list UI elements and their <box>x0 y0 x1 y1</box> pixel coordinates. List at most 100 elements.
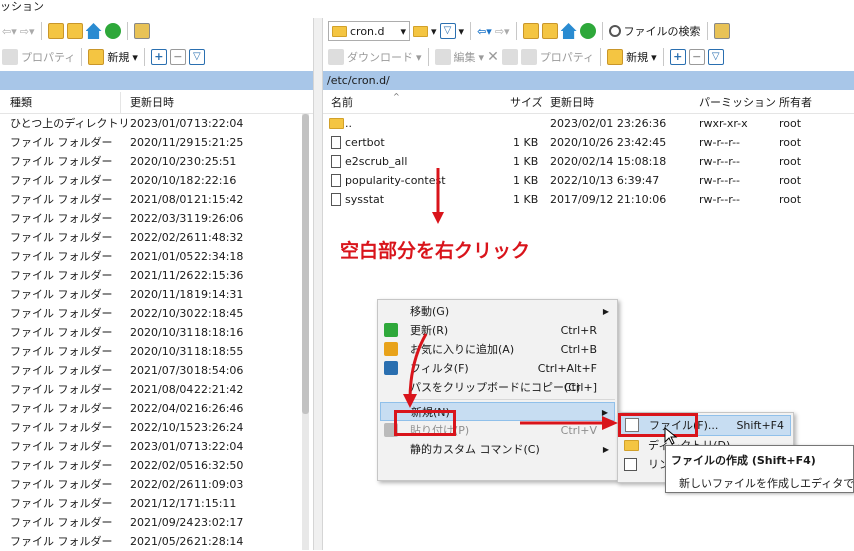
table-row[interactable]: ファイル フォルダー 2022/03/31 19:26:06 <box>0 209 313 228</box>
sync-icon[interactable] <box>713 23 730 39</box>
sync-icon[interactable] <box>133 23 150 39</box>
filter-icon[interactable]: ▽ <box>188 49 205 65</box>
table-row[interactable]: ファイル フォルダー 2020/11/29 15:21:25 <box>0 133 313 152</box>
row-type: ファイル フォルダー <box>10 535 113 548</box>
table-row[interactable]: ファイル フォルダー 2021/09/24 23:02:17 <box>0 513 313 532</box>
column-owner[interactable]: 所有者 <box>779 92 812 114</box>
edit-label: 編集 <box>453 51 476 64</box>
left-file-list[interactable]: 種類 更新日時 ひとつ上のディレクトリ 2023/01/07 13:22:04 ファイ… <box>0 92 313 550</box>
toolbar-separator <box>601 22 603 40</box>
properties-icon <box>2 49 18 65</box>
annotation-text: 空白部分を右クリック <box>340 240 531 262</box>
table-row[interactable]: ファイル フォルダー 2023/01/07 13:22:04 <box>0 437 313 456</box>
row-owner: root <box>779 174 802 187</box>
table-row[interactable]: ファイル フォルダー 2021/05/26 21:28:14 <box>0 532 313 551</box>
table-row[interactable]: popularity-contest 1 KB 2022/10/13 6:39:47… <box>323 171 854 190</box>
column-modified[interactable]: 更新日時 <box>130 92 174 114</box>
select-minus-icon[interactable]: − <box>688 49 705 65</box>
left-scrollbar-track[interactable] <box>302 114 309 550</box>
left-new-button[interactable]: 新規 ▾ <box>107 49 138 65</box>
table-row[interactable]: ファイル フォルダー 2021/08/01 21:15:42 <box>0 190 313 209</box>
row-time: 22:21:42 <box>194 383 244 396</box>
left-properties-button[interactable]: プロパティ <box>21 49 75 65</box>
root-dir-icon[interactable] <box>541 23 558 39</box>
column-size[interactable]: サイズ <box>510 92 543 114</box>
back-button[interactable]: ⇦▾ <box>2 25 17 38</box>
table-row[interactable]: ファイル フォルダー 2022/02/05 16:32:50 <box>0 456 313 475</box>
toolbar-separator <box>662 48 664 66</box>
table-row[interactable]: ファイル フォルダー 2021/07/30 18:54:06 <box>0 361 313 380</box>
column-name[interactable]: 名前 <box>331 92 353 114</box>
home-icon[interactable] <box>560 23 577 39</box>
table-row[interactable]: sysstat 1 KB 2017/09/12 21:10:06 rw-r--r-- r… <box>323 190 854 209</box>
submenu-arrow-icon: ▶ <box>602 307 609 316</box>
right-new-button[interactable]: 新規 ▾ <box>626 49 657 65</box>
table-row[interactable]: ファイル フォルダー 2020/10/31 18:18:55 <box>0 342 313 361</box>
file-icon <box>331 155 341 168</box>
table-row[interactable]: ファイル フォルダー 2022/02/26 11:48:32 <box>0 228 313 247</box>
forward-button[interactable]: ⇨▾ <box>20 25 35 38</box>
left-path-bar <box>0 71 313 90</box>
table-row[interactable]: ファイル フォルダー 2020/10/31 18:18:16 <box>0 323 313 342</box>
table-row[interactable]: ファイル フォルダー 2021/01/05 22:34:18 <box>0 247 313 266</box>
table-row[interactable]: e2scrub_all 1 KB 2020/02/14 15:08:18 rw-r--… <box>323 152 854 171</box>
row-size: 1 KB <box>513 193 539 206</box>
rename-icon[interactable] <box>501 49 518 65</box>
annotation-arrow-right <box>520 416 618 430</box>
table-row[interactable]: ファイル フォルダー 2022/10/15 23:26:24 <box>0 418 313 437</box>
filter-dropdown-button[interactable]: ▽ ▾ <box>439 23 464 39</box>
row-type: ファイル フォルダー <box>10 402 113 415</box>
table-row[interactable]: ファイル フォルダー 2020/11/18 19:14:31 <box>0 285 313 304</box>
column-type[interactable]: 種類 <box>10 92 32 114</box>
context-menu-item[interactable]: 移動(G) ▶ <box>380 302 615 321</box>
row-time: 22:34:18 <box>194 250 244 263</box>
table-row[interactable]: ファイル フォルダー 2020/10/18 2:22:16 <box>0 171 313 190</box>
table-row[interactable]: ひとつ上のディレクトリ 2023/01/07 13:22:04 <box>0 114 313 133</box>
table-row[interactable]: ファイル フォルダー 2021/08/04 22:21:42 <box>0 380 313 399</box>
table-row[interactable]: ファイル フォルダー 2022/10/30 22:18:45 <box>0 304 313 323</box>
right-properties-button[interactable]: プロパティ <box>540 49 594 65</box>
column-modified[interactable]: 更新日時 <box>550 92 594 114</box>
refresh-icon[interactable] <box>579 23 596 39</box>
root-dir-icon[interactable] <box>66 23 83 39</box>
table-row[interactable]: ファイル フォルダー 2021/11/26 22:15:36 <box>0 266 313 285</box>
row-date: 2022/02/26 <box>130 478 194 491</box>
select-plus-icon[interactable]: + <box>669 49 686 65</box>
context-menu-item[interactable]: 静的カスタム コマンド(C) ▶ <box>380 440 615 459</box>
find-files-button[interactable]: ファイルの検索 <box>608 23 701 39</box>
parent-dir-icon[interactable] <box>47 23 64 39</box>
filter-icon[interactable]: ▽ <box>707 49 724 65</box>
edit-button[interactable]: 編集 ▾ <box>454 49 485 65</box>
parent-dir-icon[interactable] <box>522 23 539 39</box>
table-row[interactable]: .. 2023/02/01 23:26:36 rwxr-xr-x root <box>323 114 854 133</box>
refresh-icon[interactable] <box>104 23 121 39</box>
download-button[interactable]: ダウンロード ▾ <box>347 49 422 65</box>
table-row[interactable]: ファイル フォルダー 2022/04/02 16:26:46 <box>0 399 313 418</box>
select-minus-icon[interactable]: − <box>169 49 186 65</box>
tooltip-description: 新しいファイルを作成しエディタで開く <box>679 477 854 490</box>
table-row[interactable]: ファイル フォルダー 2022/02/26 11:09:03 <box>0 475 313 494</box>
home-icon[interactable] <box>85 23 102 39</box>
new-icon <box>88 49 105 65</box>
annotation-arrow-menu <box>403 333 428 408</box>
table-row[interactable]: certbot 1 KB 2020/10/26 23:42:45 rw-r--r-- r… <box>323 133 854 152</box>
row-type: ファイル フォルダー <box>10 269 113 282</box>
row-size: 1 KB <box>513 136 539 149</box>
left-scrollbar-thumb[interactable] <box>302 114 309 414</box>
table-row[interactable]: ファイル フォルダー 2021/12/17 1:15:11 <box>0 494 313 513</box>
column-permissions[interactable]: パーミッション <box>699 92 776 114</box>
select-plus-icon[interactable]: + <box>150 49 167 65</box>
edit-icon <box>434 49 451 65</box>
row-date: 2022/02/26 <box>130 231 194 244</box>
context-menu-shortcut: Ctrl+B <box>560 343 597 356</box>
panel-divider[interactable] <box>313 18 323 550</box>
forward-button[interactable]: ⇨▾ <box>495 25 510 38</box>
back-button[interactable]: ⇦▾ <box>477 25 492 38</box>
table-row[interactable]: ファイル フォルダー 2020/10/23 0:25:51 <box>0 152 313 171</box>
context-menu-shortcut: Ctrl+R <box>560 324 597 337</box>
row-size: 1 KB <box>513 174 539 187</box>
delete-button[interactable]: ✕ <box>487 49 499 65</box>
highlight-new-file <box>618 413 698 437</box>
open-dir-button[interactable]: ▾ <box>413 25 437 38</box>
directory-combo[interactable]: cron.d ▾ <box>328 21 410 41</box>
